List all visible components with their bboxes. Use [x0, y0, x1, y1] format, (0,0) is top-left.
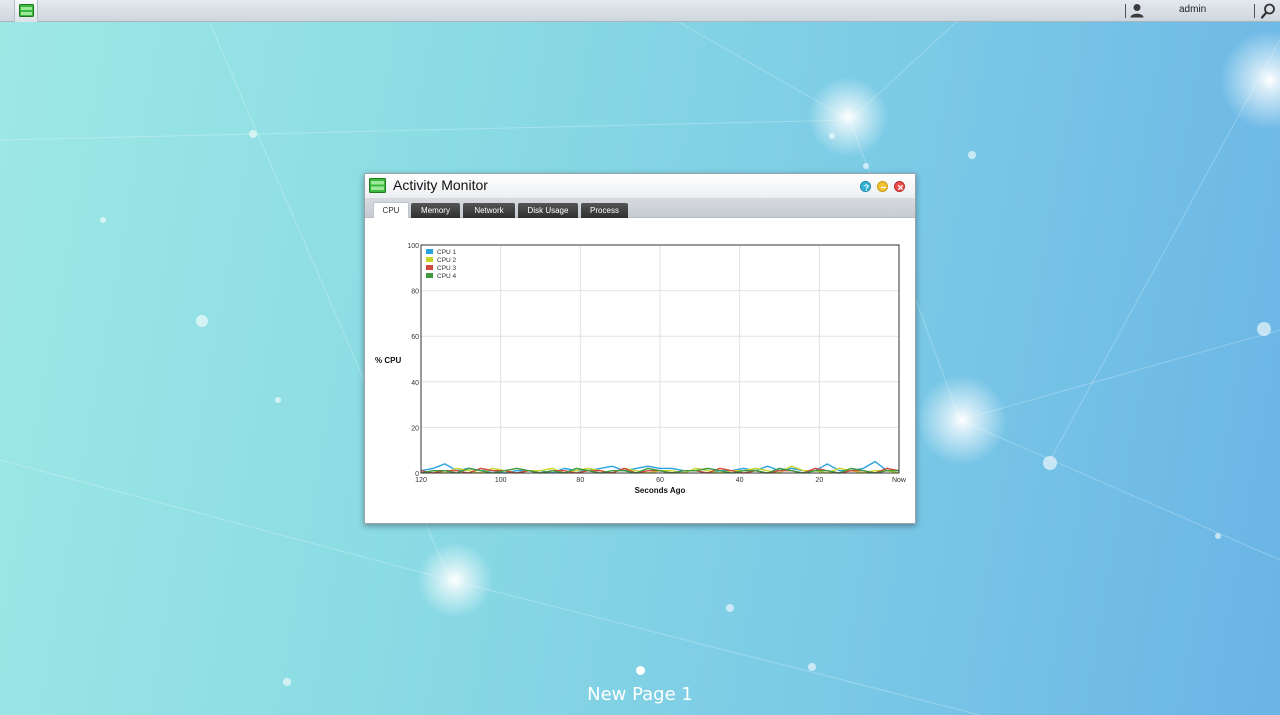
activity-monitor-window: Activity Monitor CPU Memory Network Disk…: [364, 173, 916, 524]
legend-swatch: [426, 257, 433, 262]
close-button[interactable]: [894, 181, 905, 192]
window-title-bar[interactable]: Activity Monitor: [365, 174, 915, 198]
activity-monitor-icon: [369, 178, 386, 193]
legend-label: CPU 3: [437, 265, 457, 272]
x-tick-label: 80: [576, 477, 584, 484]
x-tick-label: Now: [892, 477, 907, 484]
activity-monitor-icon: [19, 4, 34, 17]
x-tick-label: 100: [495, 477, 507, 484]
y-tick-label: 40: [411, 380, 419, 387]
x-axis-label: Seconds Ago: [635, 486, 686, 495]
close-icon: [897, 184, 904, 191]
window-title: Activity Monitor: [393, 177, 488, 193]
username-label[interactable]: admin: [1179, 4, 1206, 15]
legend-swatch: [426, 249, 433, 254]
y-axis-label: % CPU: [375, 356, 401, 365]
desktop-page-label: New Page 1: [587, 684, 693, 705]
search-icon[interactable]: [1261, 3, 1276, 19]
minimize-icon: [881, 186, 886, 189]
x-tick-label: 60: [656, 477, 664, 484]
help-icon: [864, 184, 869, 191]
minimize-button[interactable]: [877, 181, 888, 192]
legend-label: CPU 4: [437, 273, 457, 280]
taskbar: admin: [0, 0, 1280, 22]
tab-disk-usage[interactable]: Disk Usage: [518, 203, 578, 218]
legend-swatch: [426, 273, 433, 278]
y-tick-label: 100: [407, 243, 419, 250]
y-tick-label: 60: [411, 334, 419, 341]
x-tick-label: 120: [415, 477, 427, 484]
tab-memory[interactable]: Memory: [411, 203, 460, 218]
taskbar-divider: [1254, 4, 1255, 18]
tab-cpu[interactable]: CPU: [373, 202, 409, 218]
taskbar-divider: [1125, 4, 1126, 18]
tab-bar: CPU Memory Network Disk Usage Process: [365, 198, 915, 218]
legend-label: CPU 2: [437, 257, 457, 264]
user-icon[interactable]: [1130, 3, 1144, 18]
cpu-usage-chart: 020406080100120 100 80 60 40 20 Now% CPUSecond…: [375, 243, 907, 495]
legend-label: CPU 1: [437, 249, 457, 256]
help-button[interactable]: [860, 181, 871, 192]
taskbar-activity-monitor-button[interactable]: [14, 0, 38, 22]
x-tick-label: 40: [736, 477, 744, 484]
x-tick-label: 20: [815, 477, 823, 484]
tab-network[interactable]: Network: [463, 203, 515, 218]
y-tick-label: 80: [411, 289, 419, 296]
page-indicator-dot[interactable]: [636, 666, 645, 675]
y-tick-label: 20: [411, 425, 419, 432]
tab-process[interactable]: Process: [581, 203, 628, 218]
legend-swatch: [426, 265, 433, 270]
